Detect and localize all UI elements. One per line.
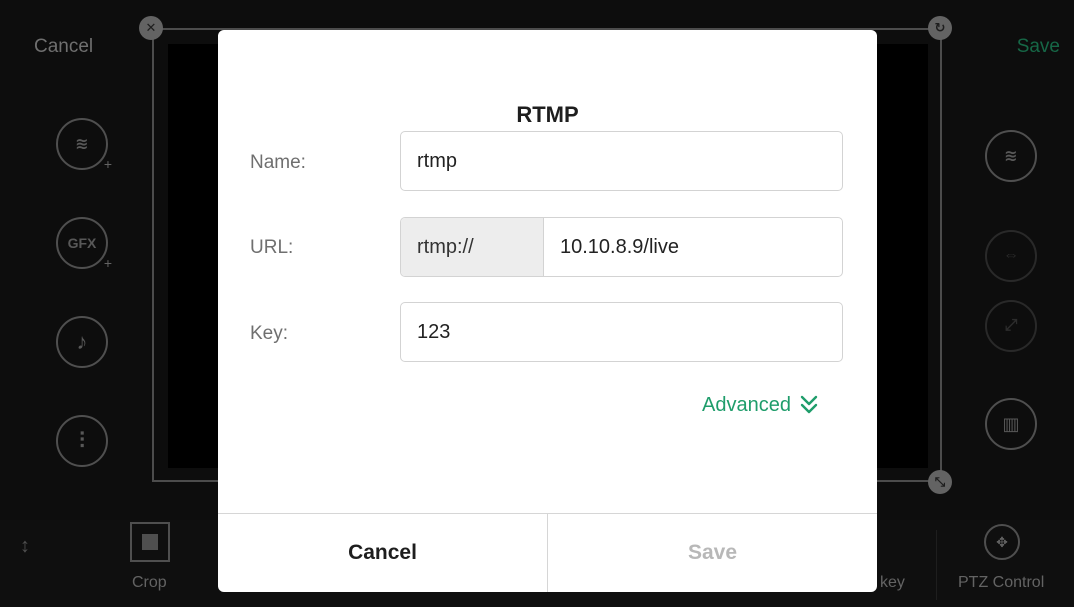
advanced-toggle[interactable]: Advanced [702, 393, 819, 417]
cancel-button[interactable]: Cancel [218, 514, 548, 592]
double-chevron-down-icon [800, 395, 818, 414]
url-label: URL: [250, 237, 294, 258]
name-input[interactable]: rtmp [400, 131, 843, 191]
dialog-title: RTMP [516, 102, 579, 127]
url-input-group: rtmp:// 10.10.8.9/live [400, 217, 843, 277]
rtmp-dialog: RTMP Name: rtmp URL: rtmp:// 10.10.8.9/l… [218, 30, 877, 592]
url-protocol-prefix: rtmp:// [401, 218, 544, 276]
key-input[interactable]: 123 [400, 302, 843, 362]
url-input[interactable]: 10.10.8.9/live [544, 218, 842, 276]
dialog-footer: Cancel Save [218, 513, 877, 592]
advanced-label: Advanced [702, 393, 791, 416]
key-label: Key: [250, 323, 289, 344]
name-label: Name: [250, 152, 306, 173]
save-button[interactable]: Save [548, 514, 877, 592]
